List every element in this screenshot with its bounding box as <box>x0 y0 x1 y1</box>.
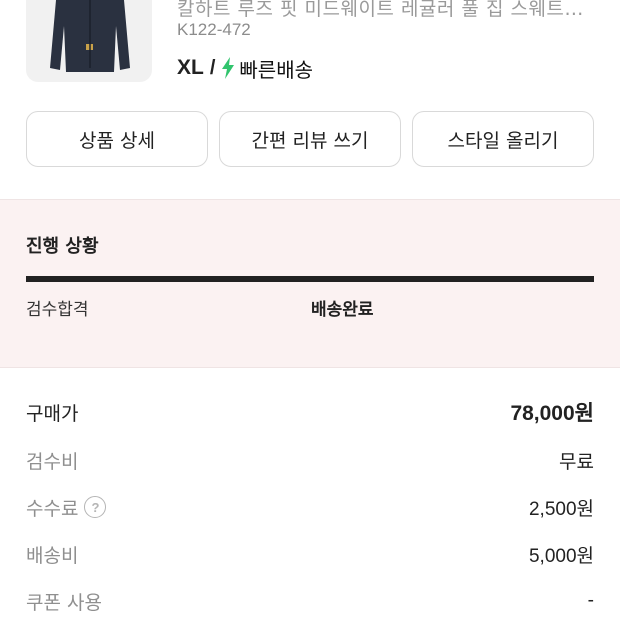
product-option: XL / 빠른배송 <box>177 54 313 82</box>
commission-label: 수수료 <box>26 497 79 520</box>
shipping-fee-row: 배송비 5,000원 <box>26 539 594 569</box>
purchase-price-value: 78,000원 <box>510 402 594 425</box>
commission-label-wrap: 수수료 ? <box>26 494 107 521</box>
product-name: 칼하트 루즈 핏 미드웨이트 레귤러 풀 집 스웨트셔츠 블랙 <box>177 0 597 20</box>
fast-delivery-label: 빠른배송 <box>239 57 314 82</box>
purchase-price-label: 구매가 <box>26 402 79 425</box>
step-inspection-passed: 검수합격 <box>26 300 89 320</box>
progress-section: 진행 상황 검수합격 배송완료 <box>0 199 620 368</box>
inspection-fee-label: 검수비 <box>26 450 79 473</box>
coupon-row: 쿠폰 사용 - <box>26 586 594 616</box>
coupon-value: - <box>587 590 594 611</box>
size-label: XL <box>177 56 204 79</box>
commission-row: 수수료 ? 2,500원 <box>26 492 594 522</box>
step-delivered: 배송완료 <box>311 300 374 320</box>
product-detail-button[interactable]: 상품 상세 <box>26 111 208 167</box>
post-style-button[interactable]: 스타일 올리기 <box>412 111 594 167</box>
shipping-fee-label: 배송비 <box>26 544 79 567</box>
progress-bar <box>26 276 594 282</box>
lightning-bolt-icon <box>221 57 235 79</box>
quick-review-button[interactable]: 간편 리뷰 쓰기 <box>219 111 401 167</box>
progress-title: 진행 상황 <box>26 236 99 257</box>
option-separator: / <box>209 56 216 79</box>
commission-value: 2,500원 <box>528 498 594 520</box>
product-thumbnail[interactable] <box>26 0 152 82</box>
product-code: K122-472 <box>177 20 251 39</box>
shipping-fee-value: 5,000원 <box>528 545 594 567</box>
coupon-label: 쿠폰 사용 <box>26 591 102 614</box>
inspection-fee-row: 검수비 무료 <box>26 445 594 475</box>
hoodie-image <box>50 0 130 72</box>
purchase-price-row: 구매가 78,000원 <box>26 397 594 427</box>
question-circle-icon[interactable]: ? <box>84 496 107 518</box>
inspection-fee-value: 무료 <box>559 450 594 473</box>
